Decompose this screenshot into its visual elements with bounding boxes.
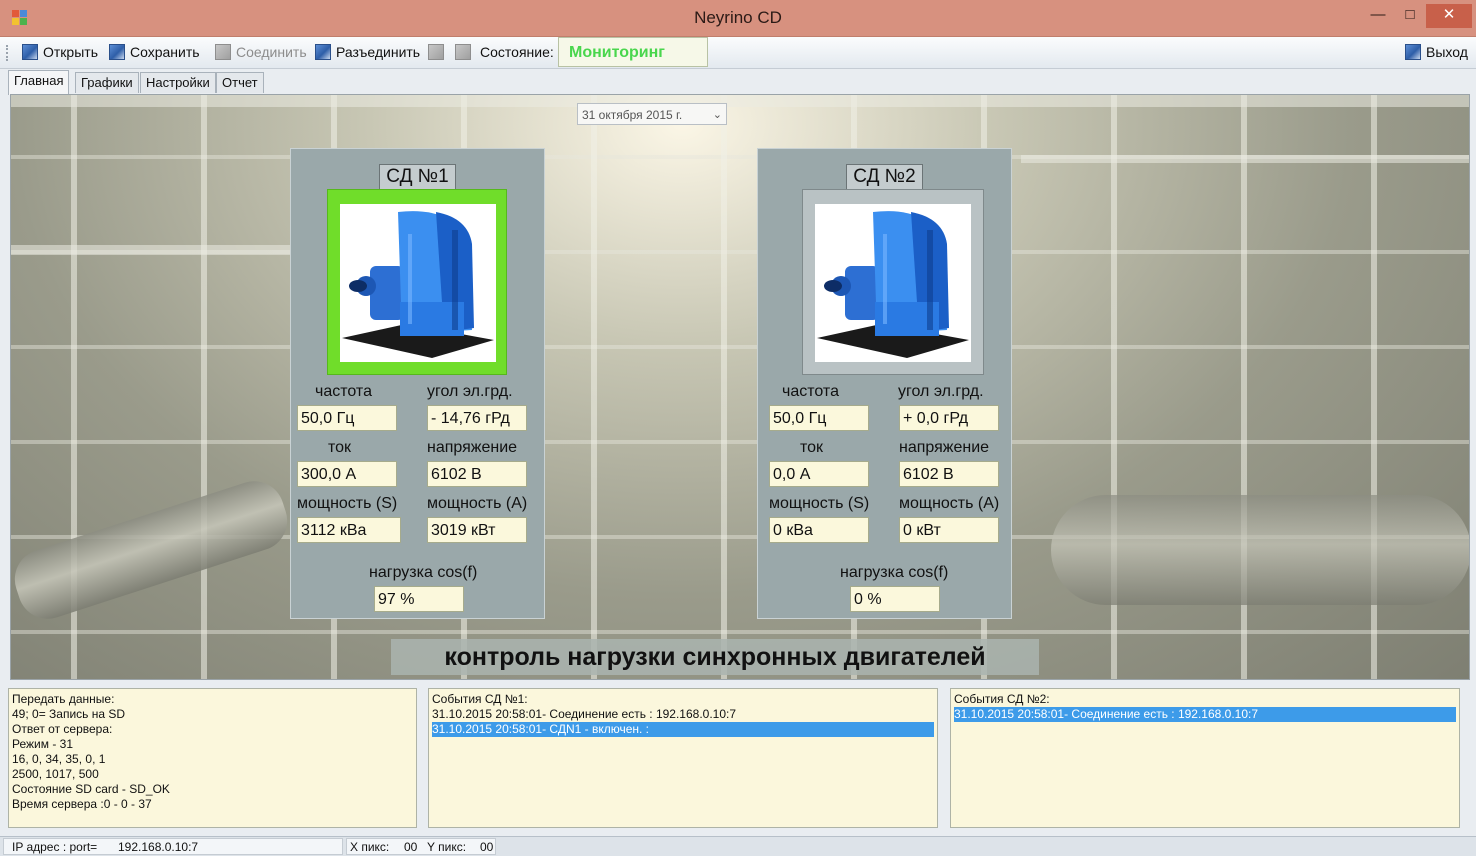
exit-icon — [1405, 44, 1421, 60]
save-button[interactable]: Сохранить — [109, 41, 200, 63]
motor-2-events-list[interactable]: События СД №2: 31.10.2015 20:58:01- Соед… — [950, 688, 1460, 828]
motor-2-image — [815, 204, 971, 362]
motor-1-power-a: 3019 кВт — [427, 517, 527, 543]
motor-2-angle: + 0,0 гРд — [899, 405, 999, 431]
log-line: Передать данные: — [12, 692, 115, 706]
motor-2-power-s: 0 кВа — [769, 517, 869, 543]
state-label: Состояние: — [480, 44, 554, 60]
motor-1-frequency: 50,0 Гц — [297, 405, 397, 431]
motor-2-status-frame — [802, 189, 984, 375]
power-s-label: мощность (S) — [297, 495, 398, 512]
x-pixel-value: 00 — [404, 840, 418, 854]
date-picker[interactable]: 31 октября 2015 г. ⌄ — [577, 103, 727, 125]
maximize-button[interactable]: □ — [1392, 4, 1428, 28]
current-label: ток — [800, 439, 824, 456]
y-pixel-label: Y пикс: — [427, 840, 467, 854]
motor-1-current: 300,0 А — [297, 461, 397, 487]
motor-1-image — [340, 204, 496, 362]
banner-title: контроль нагрузки синхронных двигателей — [391, 639, 1039, 675]
open-label: Открыть — [43, 44, 98, 60]
motor-2-load: 0 % — [850, 586, 940, 612]
exit-label: Выход — [1426, 44, 1468, 60]
tab-settings[interactable]: Настройки — [140, 72, 216, 93]
open-icon — [22, 44, 38, 60]
tool-1-icon — [428, 44, 444, 60]
ip-value: 192.168.0.10:7 — [118, 840, 199, 854]
load-label: нагрузка cos(f) — [840, 564, 949, 581]
connect-icon — [215, 44, 231, 60]
toolbar: Открыть Сохранить Соединить Разъединить … — [0, 37, 1476, 69]
log-line: 49; 0= Запись на SD — [12, 707, 126, 721]
exit-button[interactable]: Выход — [1405, 41, 1468, 63]
voltage-label: напряжение — [427, 439, 518, 456]
motor-2-title: СД №2 — [846, 164, 923, 190]
date-value: 31 октября 2015 г. — [582, 108, 683, 122]
tab-report[interactable]: Отчет — [216, 72, 264, 93]
power-s-label: мощность (S) — [769, 495, 870, 512]
connect-button[interactable]: Соединить — [215, 41, 307, 63]
log-line: Состояние SD card - SD_OK — [12, 782, 170, 796]
motor-1-load: 97 % — [374, 586, 464, 612]
voltage-label: напряжение — [899, 439, 990, 456]
save-label: Сохранить — [130, 44, 200, 60]
angle-label: угол эл.грд. — [427, 383, 513, 400]
disconnect-label: Разъединить — [336, 44, 421, 60]
chevron-down-icon: ⌄ — [712, 109, 722, 121]
list-item[interactable]: События СД №1: — [432, 692, 934, 707]
motor-2-current: 0,0 А — [769, 461, 869, 487]
load-label: нагрузка cos(f) — [369, 564, 478, 581]
motor-panel-1: СД №1 частота угол эл.грд. 50,0 Гц - 14,… — [290, 148, 545, 619]
tab-charts[interactable]: Графики — [75, 72, 139, 93]
log-line: Ответ от сервера: — [12, 722, 113, 736]
server-log[interactable]: Передать данные: 49; 0= Запись на SD Отв… — [8, 688, 417, 828]
toolbar-grip[interactable] — [6, 45, 11, 61]
connect-label: Соединить — [236, 44, 307, 60]
tab-main[interactable]: Главная — [8, 70, 70, 95]
log-line: Время сервера :0 - 0 - 37 — [12, 797, 152, 811]
main-view: 31 октября 2015 г. ⌄ СД №1 частота угол … — [10, 94, 1470, 680]
list-item[interactable]: 31.10.2015 20:58:01- Соединение есть : 1… — [432, 707, 934, 722]
state-value: Мониторинг — [558, 37, 708, 67]
minimize-button[interactable]: — — [1360, 4, 1396, 28]
y-pixel-value: 00 — [480, 840, 494, 854]
tool-button-1[interactable] — [428, 41, 449, 63]
save-icon — [109, 44, 125, 60]
motor-1-voltage: 6102 В — [427, 461, 527, 487]
motor-2-voltage: 6102 В — [899, 461, 999, 487]
current-label: ток — [328, 439, 352, 456]
status-bar: IP адрес : port= 192.168.0.10:7 X пикс: … — [0, 836, 1476, 856]
tool-button-2[interactable] — [455, 41, 476, 63]
window-title: Neyrino CD — [694, 8, 782, 27]
close-button[interactable]: ✕ — [1426, 4, 1472, 28]
tool-2-icon — [455, 44, 471, 60]
motor-1-angle: - 14,76 гРд — [427, 405, 527, 431]
motor-1-status-frame — [327, 189, 507, 375]
frequency-label: частота — [782, 383, 839, 400]
disconnect-button[interactable]: Разъединить — [315, 41, 420, 63]
motor-2-frequency: 50,0 Гц — [769, 405, 869, 431]
motor-1-events-list[interactable]: События СД №1: 31.10.2015 20:58:01- Соед… — [428, 688, 938, 828]
list-item-selected[interactable]: 31.10.2015 20:58:01- СДN1 - включен. : — [432, 722, 934, 737]
motor-2-power-a: 0 кВт — [899, 517, 999, 543]
power-a-label: мощность (А) — [427, 495, 528, 512]
angle-label: угол эл.грд. — [898, 383, 984, 400]
log-line: Режим - 31 — [12, 737, 74, 751]
disconnect-icon — [315, 44, 331, 60]
ip-label: IP адрес : port= — [12, 840, 98, 854]
log-line: 16, 0, 34, 35, 0, 1 — [12, 752, 106, 766]
motor-panel-2: СД №2 частота угол эл.грд. 50,0 Гц + 0,0… — [757, 148, 1012, 619]
title-bar: Neyrino CD — □ ✕ — [0, 0, 1476, 37]
frequency-label: частота — [315, 383, 372, 400]
open-button[interactable]: Открыть — [22, 41, 98, 63]
x-pixel-label: X пикс: — [350, 840, 390, 854]
list-item[interactable]: События СД №2: — [954, 692, 1456, 707]
list-item-selected[interactable]: 31.10.2015 20:58:01- Соединение есть : 1… — [954, 707, 1456, 722]
motor-1-title: СД №1 — [379, 164, 456, 190]
motor-1-power-s: 3112 кВа — [297, 517, 401, 543]
power-a-label: мощность (А) — [899, 495, 1000, 512]
log-line: 2500, 1017, 500 — [12, 767, 99, 781]
